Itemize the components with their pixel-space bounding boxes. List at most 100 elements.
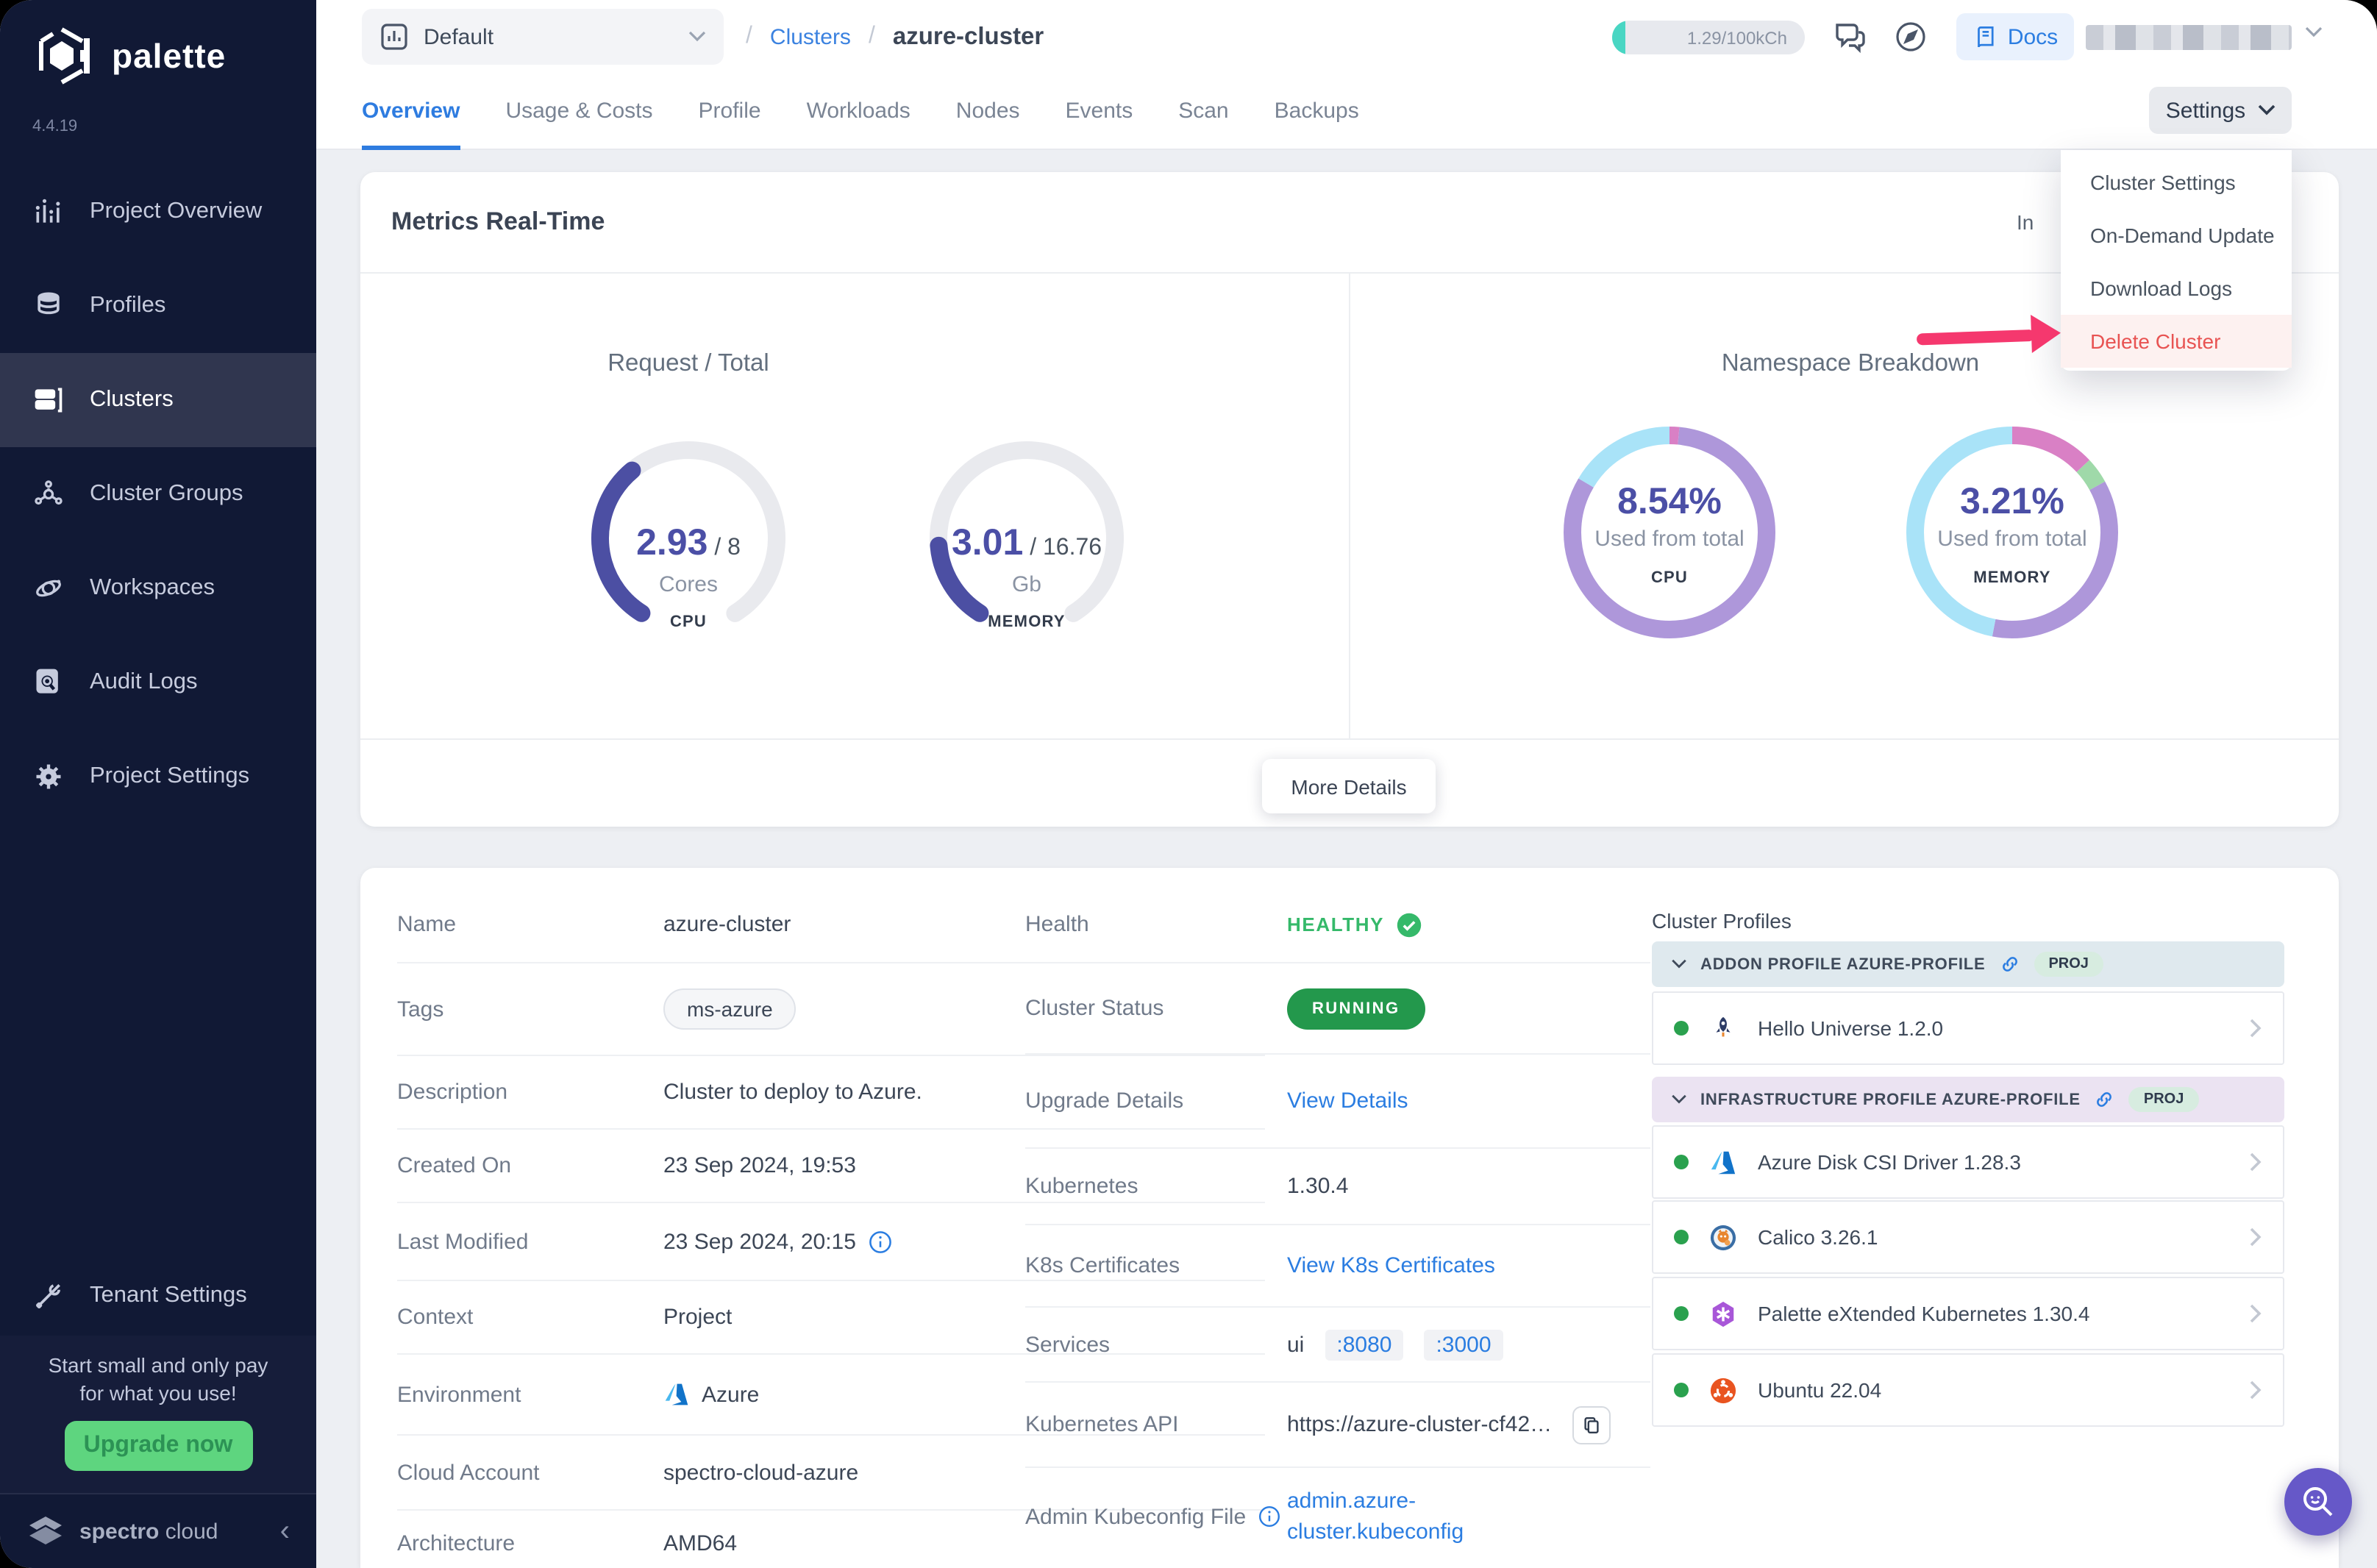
profile-layer-calico[interactable]: Calico 3.26.1	[1652, 1200, 2284, 1274]
sidebar-footer: spectro cloud ‹	[0, 1493, 316, 1568]
layer-status-dot	[1674, 1021, 1689, 1036]
memory-gauge-label: MEMORY	[865, 613, 1188, 631]
namespace-cpu-percent: 8.54%	[1508, 481, 1831, 524]
more-details-button[interactable]: More Details	[1262, 759, 1436, 813]
chevron-right-icon	[2249, 1152, 2262, 1172]
sidebar-item-label: Tenant Settings	[90, 1283, 247, 1309]
upgrade-text: Start small and only pay for what you us…	[0, 1336, 316, 1408]
settings-button[interactable]: Settings	[2149, 87, 2292, 134]
upgrade-banner: Start small and only pay for what you us…	[0, 1336, 316, 1493]
chevron-right-icon	[2249, 1018, 2262, 1038]
palette-logo-icon	[29, 24, 94, 88]
scope-badge: PROJ	[2034, 952, 2103, 977]
tab-events[interactable]: Events	[1066, 73, 1133, 149]
tab-backups[interactable]: Backups	[1275, 73, 1359, 149]
breadcrumb-separator: /	[869, 24, 875, 50]
sidebar-item-profiles[interactable]: Profiles	[0, 259, 316, 353]
detail-row-services: Services ui :8080 :3000	[1025, 1308, 1650, 1383]
infrastructure-profile-section-header[interactable]: INFRASTRUCTURE PROFILE AZURE-PROFILE PRO…	[1652, 1077, 2284, 1122]
sidebar-item-cluster-groups[interactable]: Cluster Groups	[0, 447, 316, 541]
profile-layer-hello-universe[interactable]: Hello Universe 1.2.0	[1652, 991, 2284, 1065]
scope-badge: PROJ	[2129, 1087, 2198, 1112]
sidebar-item-tenant-settings[interactable]: Tenant Settings	[0, 1249, 316, 1343]
project-selector[interactable]: Default	[362, 9, 724, 65]
cluster-groups-icon	[32, 478, 65, 510]
status-badge: RUNNING	[1287, 988, 1425, 1029]
tab-usage-costs[interactable]: Usage & Costs	[505, 73, 652, 149]
kubeconfig-download-link[interactable]: admin.azure-cluster.kubeconfig	[1287, 1486, 1511, 1547]
sidebar-item-clusters[interactable]: Clusters	[0, 353, 316, 447]
service-port-link[interactable]: :3000	[1424, 1329, 1503, 1360]
menu-item-delete-cluster[interactable]: Delete Cluster	[2061, 315, 2292, 368]
chevron-down-icon	[1671, 959, 1687, 969]
chevron-right-icon	[2249, 1227, 2262, 1247]
view-details-link[interactable]: View Details	[1287, 1088, 1408, 1113]
tab-overview[interactable]: Overview	[362, 73, 460, 149]
check-circle-icon	[1396, 911, 1422, 938]
cluster-tabbar: Overview Usage & Costs Profile Workloads…	[316, 74, 2377, 150]
sidebar-collapse-icon[interactable]: ‹	[280, 1514, 290, 1548]
user-account-menu[interactable]	[2086, 25, 2292, 50]
palette-app: palette 4.4.19 Project Overview Profiles…	[0, 0, 2377, 1568]
usage-quota-badge[interactable]: 1.29/100kCh	[1612, 21, 1805, 54]
breadcrumb-current: azure-cluster	[893, 23, 1044, 51]
tab-scan[interactable]: Scan	[1178, 73, 1228, 149]
tab-nodes[interactable]: Nodes	[956, 73, 1020, 149]
compass-icon	[1893, 19, 1928, 54]
health-status: HEALTHY	[1287, 913, 1384, 936]
menu-item-cluster-settings[interactable]: Cluster Settings	[2061, 156, 2292, 209]
tab-workloads[interactable]: Workloads	[807, 73, 910, 149]
explore-button[interactable]	[1893, 19, 1928, 62]
chevron-right-icon	[2249, 1303, 2262, 1324]
detail-row-health: Health HEALTHY	[1025, 887, 1650, 963]
tools-icon	[32, 1280, 65, 1312]
docs-button[interactable]: Docs	[1956, 13, 2074, 60]
azure-icon	[663, 1381, 690, 1408]
service-port-link[interactable]: :8080	[1325, 1329, 1403, 1360]
interval-control-partial: In	[2017, 210, 2034, 234]
chat-button[interactable]	[1831, 18, 1870, 63]
usage-quota-value: 1.29/100kCh	[1687, 27, 1787, 48]
sidebar-item-project-overview[interactable]: Project Overview	[0, 165, 316, 259]
info-icon[interactable]	[868, 1229, 893, 1254]
chevron-down-icon[interactable]	[2305, 26, 2323, 38]
namespace-cpu-caption: Used from total	[1508, 527, 1831, 552]
profiles-icon	[32, 290, 65, 322]
spectro-cloud-logo	[26, 1514, 65, 1549]
search-face-icon	[2299, 1483, 2337, 1521]
details-middle-column: Health HEALTHY Cluster Status RUNNING Up…	[1025, 887, 1650, 1565]
layer-status-dot	[1674, 1306, 1689, 1321]
profile-layer-azure-disk-csi[interactable]: Azure Disk CSI Driver 1.28.3	[1652, 1125, 2284, 1199]
info-icon[interactable]	[1258, 1505, 1281, 1528]
app-version: 4.4.19	[32, 118, 77, 135]
kubernetes-api-url: https://azure-cluster-cf42…	[1287, 1412, 1549, 1437]
breadcrumb-clusters-link[interactable]: Clusters	[770, 24, 851, 49]
chevron-right-icon	[2249, 1380, 2262, 1400]
sidebar-item-workspaces[interactable]: Workspaces	[0, 541, 316, 635]
detail-row-admin-kubeconfig: Admin Kubeconfig File admin.azure-cluste…	[1025, 1468, 1650, 1565]
addon-profile-section-header[interactable]: ADDON PROFILE AZURE-PROFILE PROJ	[1652, 941, 2284, 987]
copy-button[interactable]	[1572, 1405, 1611, 1444]
help-search-fab[interactable]	[2284, 1468, 2352, 1536]
tab-profile[interactable]: Profile	[699, 73, 761, 149]
project-icon	[379, 22, 409, 51]
sidebar-item-audit-logs[interactable]: Audit Logs	[0, 635, 316, 730]
detail-row-kubernetes-api: Kubernetes API https://azure-cluster-cf4…	[1025, 1383, 1650, 1468]
sidebar-item-project-settings[interactable]: Project Settings	[0, 730, 316, 824]
top-header: Default / Clusters / azure-cluster 1.29/…	[316, 0, 2377, 74]
cpu-gauge-label: CPU	[527, 613, 850, 631]
sidebar: palette 4.4.19 Project Overview Profiles…	[0, 0, 316, 1568]
arrow-tail	[1917, 329, 2034, 346]
project-overview-icon	[32, 196, 65, 228]
profile-layer-palette-extended-kubernetes[interactable]: Palette eXtended Kubernetes 1.30.4	[1652, 1277, 2284, 1350]
view-k8s-certificates-link[interactable]: View K8s Certificates	[1287, 1253, 1495, 1278]
link-icon	[2094, 1088, 2116, 1111]
copy-icon	[1581, 1414, 1602, 1435]
profile-layer-ubuntu[interactable]: Ubuntu 22.04	[1652, 1353, 2284, 1427]
upgrade-now-button[interactable]: Upgrade now	[64, 1421, 252, 1471]
menu-item-download-logs[interactable]: Download Logs	[2061, 262, 2292, 315]
menu-item-on-demand-update[interactable]: On-Demand Update	[2061, 209, 2292, 262]
sidebar-item-label: Cluster Groups	[90, 481, 243, 507]
arrow-head	[2031, 314, 2061, 353]
sidebar-item-label: Clusters	[90, 387, 174, 413]
